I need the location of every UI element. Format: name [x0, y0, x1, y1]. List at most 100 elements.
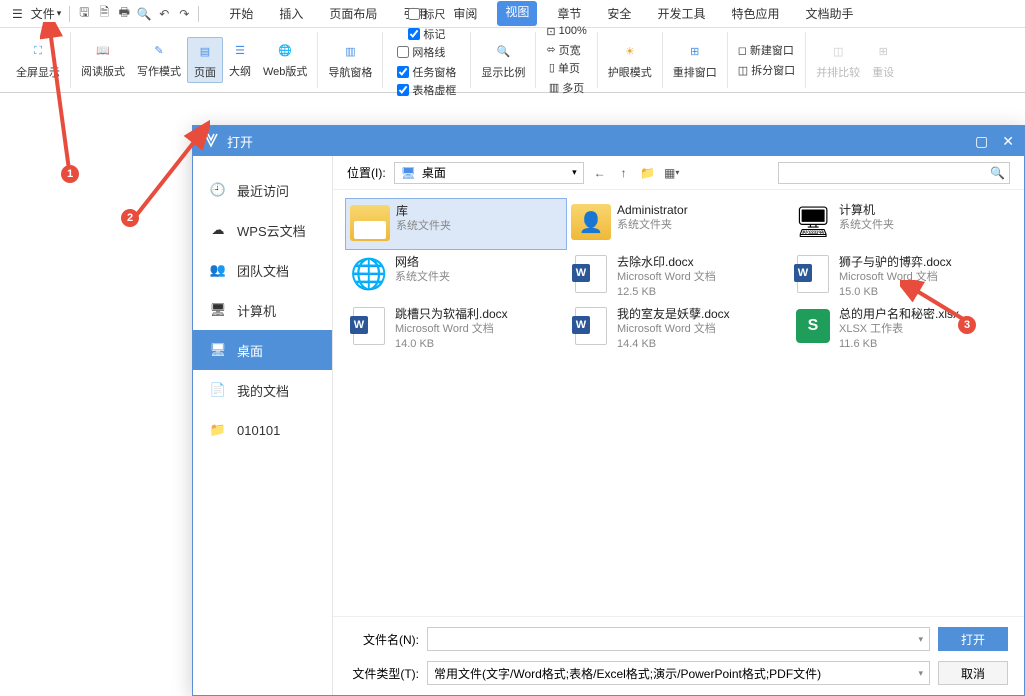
reset-button: ⊞重设	[866, 38, 900, 82]
open-dialog: 打开 ▢ ✕ 🕘最近访问☁WPS云文档👥团队文档🖥计算机🖥桌面📄我的文档📁010…	[192, 125, 1025, 696]
dialog-toolbar: 位置(I): 🖥 桌面 ▾ ← ↑ 📁 ▦ ▾ 🔍	[333, 156, 1024, 190]
undo-icon[interactable]: ↶	[156, 6, 172, 22]
fullscreen-icon: ⛶	[27, 40, 49, 62]
tablevr-checkbox[interactable]: 表格虚框	[393, 81, 460, 99]
sidebar-item-4[interactable]: 🖥桌面	[193, 330, 332, 370]
file-meta: 系统文件夹	[839, 218, 894, 233]
single-icon: ▯	[549, 61, 555, 74]
file-type-icon: W	[571, 306, 611, 346]
sidebar-item-0[interactable]: 🕘最近访问	[193, 170, 332, 210]
single-page-button[interactable]: ▯单页	[547, 59, 586, 77]
desktop-icon: 🖥	[401, 166, 416, 180]
nav-pane-button[interactable]: ▥导航窗格	[322, 38, 378, 82]
file-item[interactable]: W去除水印.docxMicrosoft Word 文档12.5 KB	[567, 250, 789, 302]
tab-7[interactable]: 安全	[601, 1, 637, 26]
up-icon[interactable]: ↑	[616, 165, 632, 181]
search-input[interactable]: 🔍	[778, 162, 1010, 184]
sidebar-item-1[interactable]: ☁WPS云文档	[193, 210, 332, 250]
file-type-icon: W	[793, 254, 833, 294]
file-type-icon	[350, 203, 390, 243]
tab-8[interactable]: 开发工具	[651, 1, 711, 26]
file-name: 总的用户名和秘密.xlsx	[839, 306, 959, 322]
markup-checkbox[interactable]: 标记	[404, 25, 449, 43]
rearrange-button[interactable]: ⊞重排窗口	[667, 38, 723, 82]
file-item[interactable]: W狮子与驴的博弈.docxMicrosoft Word 文档15.0 KB	[789, 250, 1011, 302]
file-item[interactable]: 库系统文件夹	[345, 198, 567, 250]
menu-bar: ☰ 文件 ▾ 🖫 🗎 🖶 🔍 ↶ ↷ 开始插入页面布局引用审阅视图章节安全开发工…	[0, 0, 1025, 28]
file-item[interactable]: 🖥 计算机系统文件夹	[789, 198, 1011, 250]
tab-1[interactable]: 插入	[273, 1, 309, 26]
tab-6[interactable]: 章节	[551, 1, 587, 26]
filetype-combo[interactable]: 常用文件(文字/Word格式;表格/Excel格式;演示/PowerPoint格…	[427, 661, 930, 685]
file-meta: 系统文件夹	[396, 219, 451, 234]
fullscreen-button[interactable]: ⛶全屏显示	[10, 38, 66, 82]
location-combo[interactable]: 🖥 桌面 ▾	[394, 162, 584, 184]
tab-10[interactable]: 文档助手	[799, 1, 859, 26]
file-size: 15.0 KB	[839, 285, 952, 300]
zoom-ratio-button[interactable]: 🔍显示比例	[475, 38, 531, 82]
ruler-checkbox[interactable]: 标尺	[404, 5, 449, 23]
file-item[interactable]: S总的用户名和秘密.xlsxXLSX 工作表11.6 KB	[789, 302, 1011, 354]
print-preview-icon[interactable]: 🗎	[96, 6, 112, 22]
file-item[interactable]: 👤Administrator系统文件夹	[567, 198, 789, 250]
write-mode-button[interactable]: ✎写作模式	[131, 37, 187, 83]
filetype-label: 文件类型(T):	[349, 665, 419, 682]
sidebar-item-3[interactable]: 🖥计算机	[193, 290, 332, 330]
file-meta: 系统文件夹	[395, 270, 450, 285]
find-icon[interactable]: 🔍	[136, 6, 152, 22]
file-item[interactable]: W跳槽只为软福利.docxMicrosoft Word 文档14.0 KB	[345, 302, 567, 354]
file-type-icon: 🖥	[793, 202, 833, 242]
file-meta: 系统文件夹	[617, 218, 688, 233]
back-icon[interactable]: ←	[592, 165, 608, 181]
nav-icon: ▥	[339, 40, 361, 62]
open-button[interactable]: 打开	[938, 627, 1008, 651]
tab-2[interactable]: 页面布局	[323, 1, 383, 26]
hamburger-icon[interactable]: ☰	[8, 7, 27, 21]
read-mode-button[interactable]: 📖阅读版式	[75, 37, 131, 83]
multi-page-button[interactable]: ▥多页	[547, 79, 586, 97]
side-icon: ☁	[209, 221, 227, 239]
sidebar-item-2[interactable]: 👥团队文档	[193, 250, 332, 290]
zoom-icon: 🔍	[492, 40, 514, 62]
tab-9[interactable]: 特色应用	[725, 1, 785, 26]
page-mode-button[interactable]: ▤页面	[187, 37, 223, 83]
file-menu[interactable]: 文件 ▾	[27, 5, 66, 22]
page-width-button[interactable]: ⬄页宽	[544, 41, 588, 59]
zoom-100-button[interactable]: ⊡100%	[544, 24, 588, 39]
sidebar-item-5[interactable]: 📄我的文档	[193, 370, 332, 410]
file-size: 12.5 KB	[617, 285, 716, 300]
taskpane-checkbox[interactable]: 任务窗格	[393, 63, 460, 81]
eyecare-button[interactable]: ☀护眼模式	[602, 38, 658, 82]
cancel-button[interactable]: 取消	[938, 661, 1008, 685]
filename-input[interactable]: ▾	[427, 627, 930, 651]
chevron-down-icon: ▾	[918, 634, 923, 645]
view-icon[interactable]: ▦ ▾	[664, 165, 680, 181]
print-icon[interactable]: 🖶	[116, 6, 132, 22]
search-icon[interactable]: 🔍	[990, 166, 1005, 180]
side-icon: 📁	[209, 421, 227, 439]
web-mode-button[interactable]: 🌐Web版式	[257, 37, 313, 83]
maximize-icon[interactable]: ▢	[975, 133, 988, 150]
new-folder-icon[interactable]: 📁	[640, 165, 656, 181]
file-size: 14.4 KB	[617, 337, 730, 352]
dialog-sidebar: 🕘最近访问☁WPS云文档👥团队文档🖥计算机🖥桌面📄我的文档📁010101	[193, 156, 333, 695]
file-type-icon: W	[571, 254, 611, 294]
tab-0[interactable]: 开始	[223, 1, 259, 26]
close-icon[interactable]: ✕	[1002, 133, 1014, 150]
sidebar-item-6[interactable]: 📁010101	[193, 410, 332, 450]
tab-5[interactable]: 视图	[497, 1, 537, 26]
file-name: 去除水印.docx	[617, 254, 716, 270]
redo-icon[interactable]: ↷	[176, 6, 192, 22]
file-item[interactable]: 🌐网络系统文件夹	[345, 250, 567, 302]
file-name: Administrator	[617, 202, 688, 218]
file-item[interactable]: W我的室友是妖孽.docxMicrosoft Word 文档14.4 KB	[567, 302, 789, 354]
file-name: 计算机	[839, 202, 894, 218]
split-window-button[interactable]: ◫拆分窗口	[736, 61, 797, 79]
sidebyside-button: ◫并排比较	[810, 38, 866, 82]
new-window-button[interactable]: ◻新建窗口	[736, 41, 797, 59]
gridlines-checkbox[interactable]: 网格线	[393, 43, 460, 61]
file-type-icon: 🌐	[349, 254, 389, 294]
ribbon: ⛶全屏显示 📖阅读版式 ✎写作模式 ▤页面 ☰大纲 🌐Web版式 ▥导航窗格 标…	[0, 28, 1025, 93]
save-icon[interactable]: 🖫	[76, 6, 92, 22]
outline-mode-button[interactable]: ☰大纲	[223, 37, 257, 83]
